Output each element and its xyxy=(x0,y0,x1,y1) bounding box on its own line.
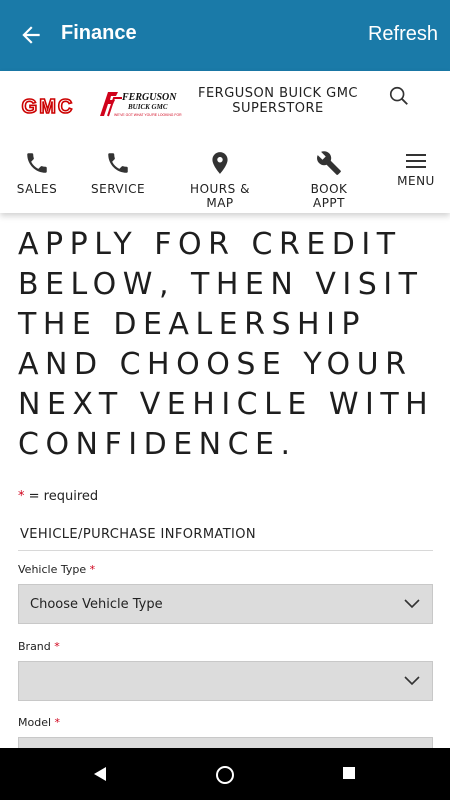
wrench-icon xyxy=(317,151,341,175)
dealer-nav: SALES SERVICE HOURS & MAP BOOK APPT MENU xyxy=(0,140,450,210)
finance-form-content: APPLY FOR CREDIT BELOW, THEN VISIT THE D… xyxy=(0,213,450,748)
nav-hours-map-label: HOURS & MAP xyxy=(190,182,250,210)
vehicle-type-label: Vehicle Type * xyxy=(18,563,95,576)
required-star: * xyxy=(89,563,96,576)
hamburger-icon xyxy=(406,154,426,168)
search-icon[interactable] xyxy=(388,85,410,107)
vehicle-type-label-text: Vehicle Type xyxy=(18,563,87,576)
hero-line: THE DEALERSHIP xyxy=(18,307,367,342)
nav-book-appt-label: BOOK APPT xyxy=(310,182,348,210)
chevron-down-icon xyxy=(404,599,420,609)
hero-line: BELOW, THEN VISIT xyxy=(18,267,424,302)
phone-icon xyxy=(27,153,47,173)
svg-text:GMC: GMC xyxy=(22,96,75,117)
model-select[interactable] xyxy=(18,737,433,748)
required-note: * = required xyxy=(18,489,98,504)
app-bar-title: Finance xyxy=(61,22,137,44)
ferguson-logo[interactable]: FERGUSON BUICK GMC WE'VE GOT WHAT YOU'RE… xyxy=(98,88,184,120)
home-circle-icon[interactable] xyxy=(215,765,235,785)
nav-service[interactable]: SERVICE xyxy=(91,150,145,196)
model-label: Model * xyxy=(18,716,60,729)
required-text: = required xyxy=(24,489,99,504)
nav-sales-label: SALES xyxy=(16,182,58,196)
hero-line: CONFIDENCE. xyxy=(18,427,297,462)
svg-text:BUICK GMC: BUICK GMC xyxy=(127,103,168,111)
map-pin-icon xyxy=(212,152,228,174)
back-arrow-icon[interactable] xyxy=(18,22,44,48)
nav-sales[interactable]: SALES xyxy=(14,150,60,196)
required-star: * xyxy=(54,716,61,729)
brand-label: Brand * xyxy=(18,640,60,653)
brand-label-text: Brand xyxy=(18,640,51,653)
dealer-name-line2: SUPERSTORE xyxy=(232,101,324,116)
dealer-name-line1: FERGUSON BUICK GMC xyxy=(197,86,359,101)
nav-menu-label: MENU xyxy=(397,174,435,188)
nav-menu[interactable]: MENU xyxy=(396,152,436,188)
phone-icon xyxy=(108,153,128,173)
nav-book-appt[interactable]: BOOK APPT xyxy=(294,150,364,210)
app-bar: Finance Refresh xyxy=(0,0,450,71)
model-label-text: Model xyxy=(18,716,52,729)
section-title: VEHICLE/PURCHASE INFORMATION xyxy=(18,527,433,551)
hero-line: APPLY FOR CREDIT xyxy=(18,227,402,262)
refresh-button[interactable]: Refresh xyxy=(368,23,438,46)
hero-line: AND CHOOSE YOUR xyxy=(18,347,413,382)
nav-service-label: SERVICE xyxy=(91,182,146,196)
required-star: * xyxy=(54,640,60,653)
recents-square-icon[interactable] xyxy=(341,765,357,781)
back-triangle-icon[interactable] xyxy=(92,765,108,783)
chevron-down-icon xyxy=(404,676,420,686)
svg-text:FERGUSON: FERGUSON xyxy=(121,92,177,103)
system-nav-bar xyxy=(0,748,450,800)
nav-hours-map[interactable]: HOURS & MAP xyxy=(176,150,264,210)
vehicle-type-select-value: Choose Vehicle Type xyxy=(30,597,163,612)
dealer-name: FERGUSON BUICK GMC SUPERSTORE xyxy=(196,86,360,116)
svg-text:WE'VE GOT WHAT YOU'RE LOOKING: WE'VE GOT WHAT YOU'RE LOOKING FOR xyxy=(114,113,182,117)
hero-heading: APPLY FOR CREDIT BELOW, THEN VISIT THE D… xyxy=(18,225,438,465)
hero-line: NEXT VEHICLE WITH xyxy=(18,387,435,422)
vehicle-type-select[interactable]: Choose Vehicle Type xyxy=(18,584,433,624)
brand-select[interactable] xyxy=(18,661,433,701)
gmc-logo[interactable]: GMC xyxy=(10,95,86,117)
